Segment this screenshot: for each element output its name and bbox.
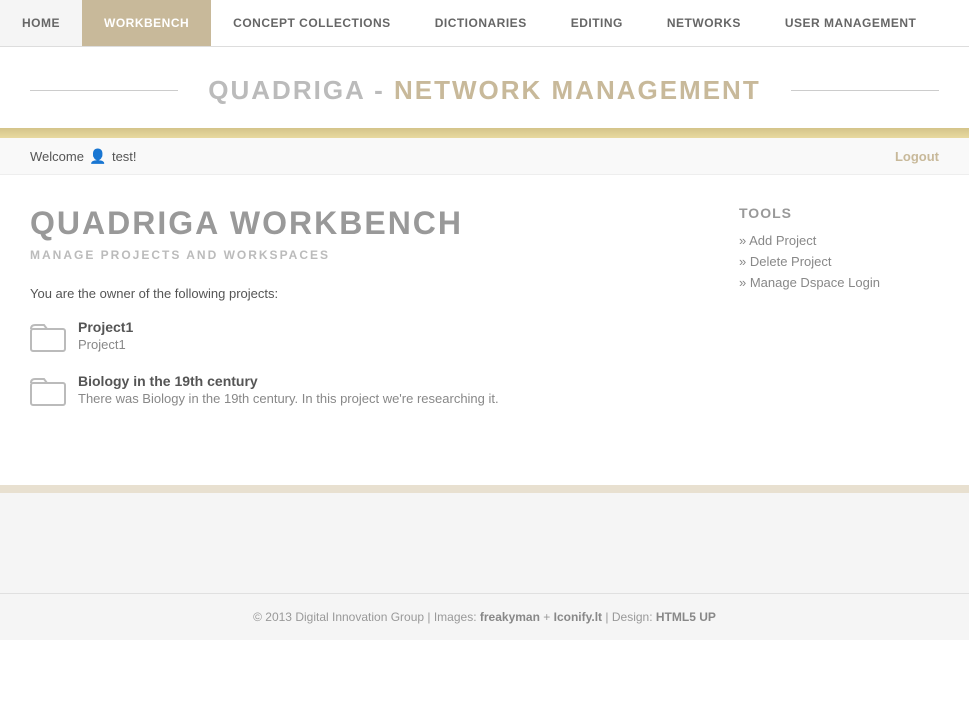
user-icon: 👤 xyxy=(90,148,106,164)
nav-item-editing[interactable]: EDITING xyxy=(549,0,645,46)
welcome-bar: Welcome 👤 test! Logout xyxy=(0,138,969,175)
main-nav: HOMEWORKBENCHCONCEPT COLLECTIONSDICTIONA… xyxy=(0,0,969,47)
welcome-username: test! xyxy=(112,149,137,164)
tools-panel: TOOLS Add Project Delete Project Manage … xyxy=(739,205,939,435)
add-project-link[interactable]: Add Project xyxy=(739,233,939,248)
header-title-accent: NETWORK MANAGEMENT xyxy=(394,75,761,105)
manage-dspace-login-link[interactable]: Manage Dspace Login xyxy=(739,275,939,290)
footer-freakyman-link[interactable]: freakyman xyxy=(480,610,540,624)
page-title: QUADRIGA WORKBENCH xyxy=(30,205,699,242)
welcome-left: Welcome 👤 test! xyxy=(30,148,137,164)
project-info: Biology in the 19th century There was Bi… xyxy=(78,373,499,406)
footer-divider xyxy=(0,485,969,493)
project-description: Project1 xyxy=(78,337,133,352)
gold-divider xyxy=(0,128,969,138)
logout-button[interactable]: Logout xyxy=(895,149,939,164)
nav-item-dictionaries[interactable]: DICTIONARIES xyxy=(413,0,549,46)
footer-plus: + xyxy=(540,610,554,624)
nav-item-networks[interactable]: NETWORKS xyxy=(645,0,763,46)
welcome-text: Welcome xyxy=(30,149,84,164)
project-item: Biology in the 19th century There was Bi… xyxy=(30,373,699,407)
left-column: QUADRIGA WORKBENCH MANAGE PROJECTS AND W… xyxy=(30,205,699,435)
nav-item-workbench[interactable]: WORKBENCH xyxy=(82,0,211,46)
nav-item-concept-collections[interactable]: CONCEPT COLLECTIONS xyxy=(211,0,413,46)
header-title-main: QUADRIGA xyxy=(208,75,365,105)
folder-icon xyxy=(30,321,66,353)
footer-iconify-link[interactable]: Iconify.lt xyxy=(554,610,602,624)
footer-copyright: © 2013 Digital Innovation Group | Images… xyxy=(253,610,480,624)
nav-item-user-management[interactable]: USER MANAGEMENT xyxy=(763,0,939,46)
footer-html5up-link[interactable]: HTML5 UP xyxy=(656,610,716,624)
header-title-separator: - xyxy=(365,75,394,105)
project-name: Biology in the 19th century xyxy=(78,373,499,389)
project-name: Project1 xyxy=(78,319,133,335)
nav-item-home[interactable]: HOME xyxy=(0,0,82,46)
project-item: Project1 Project1 xyxy=(30,319,699,353)
footer-spacer xyxy=(0,493,969,593)
owner-text: You are the owner of the following proje… xyxy=(30,286,699,301)
delete-project-link[interactable]: Delete Project xyxy=(739,254,939,269)
footer-separator: | Design: xyxy=(602,610,656,624)
folder-icon xyxy=(30,375,66,407)
header-title: QUADRIGA - NETWORK MANAGEMENT xyxy=(208,75,760,106)
page-subtitle: MANAGE PROJECTS AND WORKSPACES xyxy=(30,248,699,262)
main-content: QUADRIGA WORKBENCH MANAGE PROJECTS AND W… xyxy=(0,175,969,475)
project-description: There was Biology in the 19th century. I… xyxy=(78,391,499,406)
header-banner: QUADRIGA - NETWORK MANAGEMENT xyxy=(0,47,969,128)
project-info: Project1 Project1 xyxy=(78,319,133,352)
tools-title: TOOLS xyxy=(739,205,939,221)
footer: © 2013 Digital Innovation Group | Images… xyxy=(0,593,969,640)
